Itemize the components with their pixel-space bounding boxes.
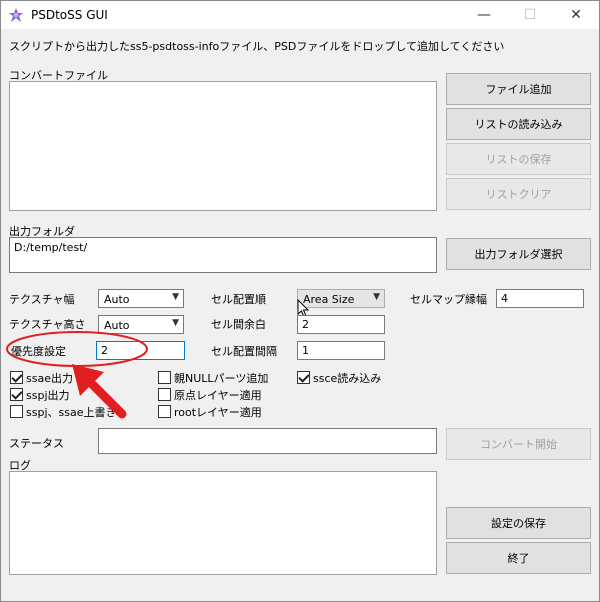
cellmap-border-field[interactable]: 4: [496, 289, 584, 308]
title-bar: PSDtoSS GUI — ☐ ✕: [1, 1, 599, 29]
cell-order-label: セル配置順: [211, 293, 266, 306]
texture-height-value: Auto: [104, 319, 130, 332]
cell-spacing-label: セル配置間隔: [211, 345, 277, 358]
load-list-button[interactable]: リストの読み込み: [446, 108, 591, 140]
maximize-button[interactable]: ☐: [507, 1, 553, 29]
cell-margin-label: セル間余白: [211, 318, 266, 331]
minimize-button[interactable]: —: [461, 1, 507, 29]
overwrite-label: sspj、ssae上書き: [26, 406, 117, 419]
window-title: PSDtoSS GUI: [31, 8, 108, 22]
sspj-output-checkbox[interactable]: [10, 388, 23, 401]
texture-height-select[interactable]: Auto ▼: [98, 315, 184, 334]
texture-width-select[interactable]: Auto ▼: [98, 289, 184, 308]
ssce-read-label: ssce読み込み: [313, 372, 382, 385]
cellmap-border-label: セルマップ縁幅: [410, 293, 487, 306]
status-label: ステータス: [9, 437, 64, 450]
clear-list-button[interactable]: リストクリア: [446, 178, 591, 210]
log-area[interactable]: [9, 471, 437, 575]
app-icon: [9, 8, 23, 22]
select-output-folder-button[interactable]: 出力フォルダ選択: [446, 238, 591, 270]
root-layer-label: rootレイヤー適用: [174, 406, 262, 419]
status-field: [98, 428, 437, 454]
add-file-button[interactable]: ファイル追加: [446, 73, 591, 105]
parent-null-checkbox[interactable]: [158, 371, 171, 384]
texture-height-label: テクスチャ高さ: [9, 318, 86, 331]
texture-width-value: Auto: [104, 293, 130, 306]
main-window: PSDtoSS GUI — ☐ ✕ スクリプトから出力したss5-psdtoss…: [0, 0, 600, 602]
chevron-down-icon: ▼: [172, 318, 179, 328]
ssae-output-label: ssae出力: [26, 372, 73, 385]
parent-null-label: 親NULLパーツ追加: [174, 372, 269, 385]
cell-spacing-field[interactable]: 1: [297, 341, 385, 360]
save-list-button[interactable]: リストの保存: [446, 143, 591, 175]
sspj-output-label: sspj出力: [26, 389, 70, 402]
overwrite-checkbox[interactable]: [10, 405, 23, 418]
origin-layer-checkbox[interactable]: [158, 388, 171, 401]
chevron-down-icon: ▼: [373, 292, 380, 302]
exit-button[interactable]: 終了: [446, 542, 591, 574]
chevron-down-icon: ▼: [172, 292, 179, 302]
cell-margin-field[interactable]: 2: [297, 315, 385, 334]
ssce-read-checkbox[interactable]: [297, 371, 310, 384]
convert-files-list[interactable]: [9, 81, 437, 211]
instruction-text: スクリプトから出力したss5-psdtoss-infoファイル、PSDファイルを…: [9, 40, 505, 53]
ssae-output-checkbox[interactable]: [10, 371, 23, 384]
close-button[interactable]: ✕: [553, 1, 599, 29]
root-layer-checkbox[interactable]: [158, 405, 171, 418]
priority-field[interactable]: 2: [96, 341, 185, 360]
output-folder-field[interactable]: D:/temp/test/: [9, 237, 437, 273]
origin-layer-label: 原点レイヤー適用: [174, 389, 262, 402]
convert-start-button[interactable]: コンバート開始: [446, 428, 591, 460]
texture-width-label: テクスチャ幅: [9, 293, 75, 306]
save-settings-button[interactable]: 設定の保存: [446, 507, 591, 539]
priority-label: 優先度設定: [11, 345, 66, 358]
